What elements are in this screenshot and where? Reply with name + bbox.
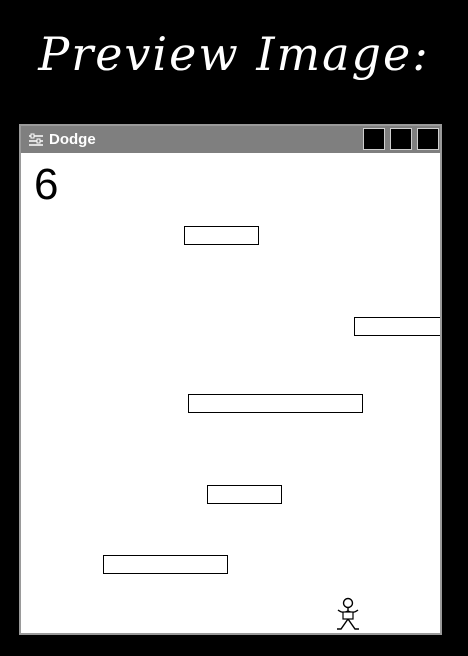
sliders-icon — [29, 133, 43, 146]
obstacle-block — [184, 226, 259, 245]
obstacle-block — [354, 317, 440, 336]
title-bar[interactable]: Dodge — [21, 126, 440, 153]
window-title: Dodge — [49, 131, 96, 148]
score-counter: 6 — [34, 160, 59, 209]
stick-figure-icon[interactable] — [334, 597, 362, 631]
obstacle-block — [103, 555, 228, 574]
maximize-button[interactable] — [390, 128, 412, 150]
game-playfield[interactable]: 6 — [21, 153, 440, 633]
close-button[interactable] — [417, 128, 439, 150]
minimize-button[interactable] — [363, 128, 385, 150]
preview-banner: Preview Image: — [38, 27, 430, 81]
obstacle-block — [188, 394, 363, 413]
game-window: Dodge 6 — [19, 124, 442, 635]
obstacle-block — [207, 485, 282, 504]
